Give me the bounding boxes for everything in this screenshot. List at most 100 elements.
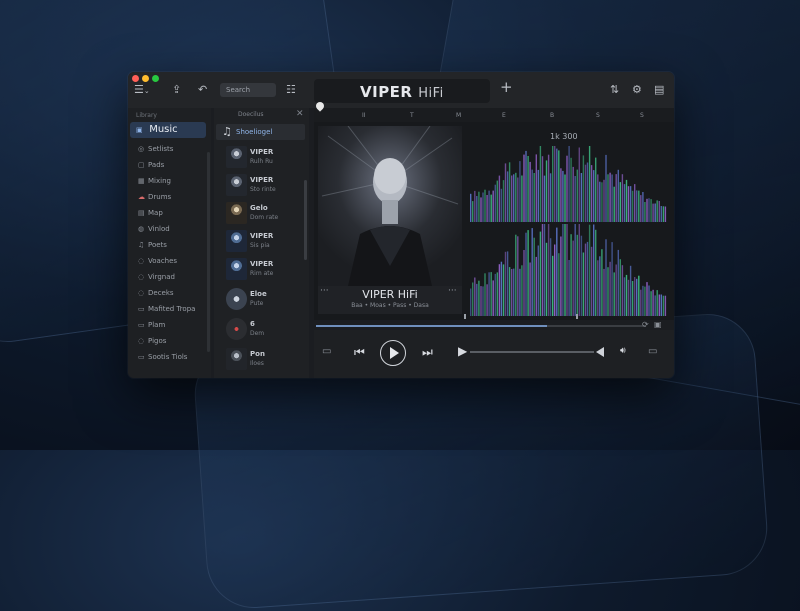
track-item[interactable]: VIPER Sto rinte bbox=[226, 174, 306, 198]
view-toggle-icon[interactable]: ▭ bbox=[322, 347, 331, 357]
prev-icon[interactable]: ⏮ bbox=[354, 346, 365, 358]
sidebar-item[interactable]: ▭ Mafited Tropa bbox=[138, 305, 195, 313]
seek-start-icon[interactable]: ▶ bbox=[458, 345, 467, 357]
track-item[interactable]: Gelo Dom rate bbox=[226, 202, 306, 226]
spectrum-bar bbox=[572, 166, 574, 222]
track-list-active[interactable]: ♫ Shoeliogel bbox=[216, 124, 305, 140]
minimize-window-button[interactable] bbox=[142, 75, 149, 82]
spectrum-bar bbox=[601, 249, 603, 316]
sidebar-icon: ◌ bbox=[138, 289, 145, 297]
spectrum-bar bbox=[656, 200, 658, 222]
sidebar-item[interactable]: ◎ Setlists bbox=[138, 145, 173, 153]
screen-icon[interactable]: ▭ bbox=[648, 347, 657, 357]
spectrum-bar bbox=[529, 161, 531, 222]
spectrum-bar bbox=[629, 265, 632, 316]
back-icon[interactable]: ↶ bbox=[198, 83, 207, 97]
spectrum-bar bbox=[521, 265, 523, 316]
spectrum-bar bbox=[515, 172, 517, 222]
spectrum-bar bbox=[533, 237, 535, 316]
playback-progress[interactable]: ⟳ ▣ bbox=[316, 320, 668, 329]
queue-icon[interactable]: ▣ bbox=[654, 320, 662, 329]
sidebar-item-label: Sootis Tiols bbox=[148, 353, 188, 361]
spectrum-bar bbox=[519, 161, 521, 222]
spectrum-bar bbox=[566, 224, 568, 316]
spectrum-bar bbox=[609, 261, 611, 316]
spectrum-bar bbox=[478, 191, 480, 222]
track-item[interactable]: Eloe Pute bbox=[226, 288, 306, 312]
sidebar-item[interactable]: ◌ Deceks bbox=[138, 289, 174, 297]
list-icon[interactable]: ☷ bbox=[286, 83, 296, 97]
track-item[interactable]: VIPER Rim ate bbox=[226, 258, 306, 282]
track-list-scrollbar[interactable] bbox=[304, 180, 307, 260]
track-title: VIPER bbox=[250, 148, 274, 156]
seek-slider[interactable] bbox=[470, 351, 594, 353]
window-icon[interactable]: ▤ bbox=[654, 83, 664, 97]
add-icon[interactable]: + bbox=[500, 80, 513, 95]
repeat-icon[interactable]: ⟳ bbox=[642, 320, 649, 329]
spectrum-bar bbox=[543, 175, 546, 222]
search-input[interactable]: Search bbox=[220, 83, 276, 97]
sidebar-item[interactable]: ◌ Voaches bbox=[138, 257, 177, 265]
spectrum-bar bbox=[517, 236, 519, 316]
settings-icon[interactable]: ⚙ bbox=[632, 83, 642, 97]
spectrum-bar bbox=[470, 193, 472, 222]
spectrum-bar bbox=[513, 268, 515, 316]
spectrum-bar bbox=[535, 256, 537, 316]
close-window-button[interactable] bbox=[132, 75, 139, 82]
sidebar-item-label: Poets bbox=[148, 241, 167, 249]
volume-icon[interactable]: 🔊︎ bbox=[620, 347, 626, 356]
track-subtitle: Dem bbox=[250, 330, 265, 337]
spectrum-bar bbox=[621, 265, 624, 316]
track-item[interactable]: 6 Dem bbox=[226, 318, 306, 342]
sidebar-item[interactable]: ▦ Mixing bbox=[138, 177, 171, 185]
spectrum-bar bbox=[496, 180, 498, 222]
track-item[interactable]: Pon Iloes bbox=[226, 348, 306, 372]
sidebar-item[interactable]: ◍ Vinlod bbox=[138, 225, 170, 233]
sidebar-item[interactable]: ▤ Map bbox=[138, 209, 163, 217]
spectrum-bar bbox=[500, 261, 503, 316]
zoom-window-button[interactable] bbox=[152, 75, 159, 82]
volume-knob[interactable] bbox=[596, 347, 604, 357]
spectrum-bar bbox=[605, 239, 607, 316]
spectrum-bar bbox=[646, 198, 648, 222]
track-title: 6 bbox=[250, 320, 255, 328]
sidebar-icon: ◌ bbox=[138, 257, 145, 265]
sidebar-item[interactable]: ▭ Plam bbox=[138, 321, 165, 329]
spectrum-bar bbox=[506, 171, 509, 222]
sidebar-item-label: Mixing bbox=[148, 177, 171, 185]
spectrum-bar bbox=[549, 173, 552, 222]
spectrum-bar bbox=[627, 186, 630, 222]
spectrum-bar bbox=[605, 154, 607, 222]
sidebar-item[interactable]: ◌ Virgnad bbox=[138, 273, 175, 281]
app-menu-icon[interactable]: ☰⌄ bbox=[134, 83, 150, 98]
spectrum-bar bbox=[500, 188, 503, 222]
sidebar-item-music[interactable]: ▣ Music bbox=[130, 122, 206, 138]
track-item[interactable]: VIPER Rulh Ru bbox=[226, 146, 306, 170]
sidebar-item[interactable]: ◌ Pigos bbox=[138, 337, 166, 345]
track-thumbnail bbox=[226, 146, 247, 168]
spectrum-bar bbox=[617, 169, 619, 222]
sidebar-item[interactable]: ▭ Sootis Tiols bbox=[138, 353, 187, 361]
spectrum-bar bbox=[508, 267, 511, 316]
spectrum-bar bbox=[664, 206, 667, 222]
spectrum-bar bbox=[549, 238, 552, 316]
close-icon[interactable]: ✕ bbox=[296, 109, 304, 119]
timeline-ruler[interactable]: II T M E B S S bbox=[314, 100, 674, 122]
spectrum-bar bbox=[658, 294, 660, 316]
spectrum-bar bbox=[539, 231, 542, 316]
sidebar-scrollbar[interactable] bbox=[207, 152, 210, 352]
spectrum-bar bbox=[531, 169, 533, 222]
export-icon[interactable]: ⇪ bbox=[172, 83, 181, 97]
sidebar-item[interactable]: ▢ Pads bbox=[138, 161, 164, 169]
play-button[interactable] bbox=[380, 340, 406, 366]
spectrum-bar bbox=[570, 157, 572, 222]
spectrum-bar bbox=[564, 174, 566, 222]
share-icon[interactable]: ⇅ bbox=[610, 83, 619, 97]
sidebar-item[interactable]: ♫ Poets bbox=[138, 241, 167, 249]
next-icon[interactable]: ⏭ bbox=[422, 346, 433, 358]
spectrum-bar bbox=[619, 259, 621, 316]
spectrum-bar bbox=[664, 295, 667, 316]
spectrum-bar bbox=[527, 156, 529, 222]
track-item[interactable]: VIPER Sis pia bbox=[226, 230, 306, 254]
sidebar-item[interactable]: ☁ Drums bbox=[138, 193, 171, 201]
